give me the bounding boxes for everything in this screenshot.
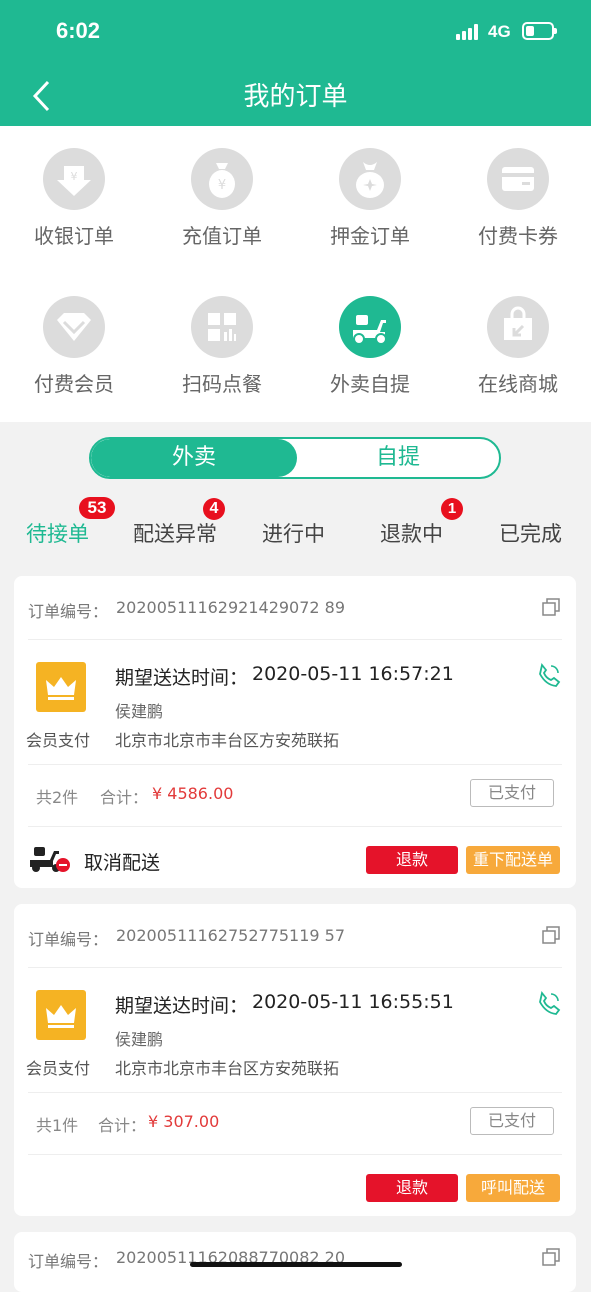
call-delivery-button[interactable]: 呼叫配送 xyxy=(466,1174,560,1202)
order-number-label: 订单编号： xyxy=(28,930,109,949)
order-card[interactable]: 订单编号： 20200511162921429072 89 会员支付 期望送达时… xyxy=(14,576,576,888)
customer-name: 侯建鹏 xyxy=(115,702,164,721)
qr-scan-icon xyxy=(191,296,253,358)
refund-button[interactable]: 退款 xyxy=(366,846,458,874)
order-number: 20200511162752775119 57 xyxy=(116,926,346,945)
menu-item-takeout-pickup[interactable]: 外卖自提 xyxy=(296,276,444,406)
tab-in-progress[interactable]: 进行中 xyxy=(262,518,325,548)
refund-count-badge: 1 xyxy=(441,498,463,520)
svg-text:¥: ¥ xyxy=(218,178,226,193)
order-number-label: 订单编号： xyxy=(28,602,109,621)
expected-time: 2020-05-11 16:57:21 xyxy=(252,663,454,685)
expected-time-label: 期望送达时间： xyxy=(115,995,249,1017)
tab-pending[interactable]: 待接单 xyxy=(26,518,89,548)
customer-name: 侯建鹏 xyxy=(115,1030,164,1049)
mall-bag-icon xyxy=(487,296,549,358)
download-arrow-icon: ¥ xyxy=(43,148,105,210)
pending-count-badge: 53 xyxy=(79,497,115,519)
member-icon xyxy=(43,296,105,358)
signal-icon xyxy=(456,24,480,40)
segment-takeout[interactable]: 外卖 xyxy=(91,439,297,477)
delivery-cancel-icon xyxy=(30,847,70,872)
menu-item-paid-coupons[interactable]: 付费卡券 xyxy=(444,128,591,258)
delivery-mode-segment: 外卖 自提 xyxy=(89,437,501,479)
refund-button[interactable]: 退款 xyxy=(366,1174,458,1202)
delivery-address: 北京市北京市丰台区方安苑联拓 xyxy=(115,731,340,750)
expected-time-label: 期望送达时间： xyxy=(115,667,249,689)
payment-method: 会员支付 xyxy=(26,731,91,750)
menu-item-cashier-orders[interactable]: ¥ 收银订单 xyxy=(0,128,148,258)
phone-icon[interactable] xyxy=(536,990,562,1016)
tab-completed[interactable]: 已完成 xyxy=(499,518,562,548)
battery-icon xyxy=(522,22,557,40)
card-icon xyxy=(487,148,549,210)
page-title: 我的订单 xyxy=(243,82,348,112)
order-number: 20200511162921429072 89 xyxy=(116,598,346,617)
delivery-address: 北京市北京市丰台区方安苑联拓 xyxy=(115,1059,340,1078)
total-price: ¥ 4586.00 xyxy=(152,784,234,803)
item-count: 共2件 xyxy=(36,788,79,807)
divider xyxy=(28,967,562,968)
divider xyxy=(28,1154,562,1155)
phone-icon[interactable] xyxy=(536,662,562,688)
item-count: 共1件 xyxy=(36,1116,79,1135)
reorder-delivery-button[interactable]: 重下配送单 xyxy=(466,846,560,874)
copy-icon[interactable] xyxy=(542,598,560,616)
status-time: 6:02 xyxy=(56,18,101,43)
menu-item-recharge-orders[interactable]: ¥ 充值订单 xyxy=(148,128,296,258)
tab-refunding[interactable]: 退款中 xyxy=(380,518,443,548)
payment-status-badge: 已支付 xyxy=(470,1107,554,1135)
expected-time: 2020-05-11 16:55:51 xyxy=(252,991,454,1013)
menu-item-label: 付费会员 xyxy=(34,372,114,396)
divider xyxy=(28,1092,562,1093)
menu-item-label: 押金订单 xyxy=(330,224,410,248)
home-indicator xyxy=(190,1262,402,1267)
payment-status-badge: 已支付 xyxy=(470,779,554,807)
network-label: 4G xyxy=(488,22,511,41)
menu-item-label: 外卖自提 xyxy=(330,372,410,396)
menu-item-online-mall[interactable]: 在线商城 xyxy=(444,276,591,406)
total-label: 合计： xyxy=(98,1116,147,1135)
svg-text:¥: ¥ xyxy=(71,170,78,183)
menu-item-label: 付费卡券 xyxy=(478,224,558,248)
order-type-grid: ¥ 收银订单 ¥ 充值订单 押金订单 付费卡券 付费会员 扫码点餐 外卖自提 在… xyxy=(0,126,591,422)
menu-item-scan-order[interactable]: 扫码点餐 xyxy=(148,276,296,406)
crown-icon xyxy=(36,662,86,712)
segment-pickup[interactable]: 自提 xyxy=(297,439,499,477)
app-header: 6:02 4G 我的订单 xyxy=(0,0,591,126)
divider xyxy=(28,826,562,827)
crown-icon xyxy=(36,990,86,1040)
payment-method: 会员支付 xyxy=(26,1059,91,1078)
divider xyxy=(28,764,562,765)
menu-item-label: 扫码点餐 xyxy=(182,372,262,396)
delivery-status-text: 取消配送 xyxy=(84,852,161,874)
copy-icon[interactable] xyxy=(542,1248,560,1266)
menu-item-label: 收银订单 xyxy=(34,224,114,248)
money-bag-icon: ¥ xyxy=(191,148,253,210)
order-card[interactable]: 订单编号： 20200511162752775119 57 会员支付 期望送达时… xyxy=(14,904,576,1216)
order-number-label: 订单编号： xyxy=(28,1252,109,1271)
deposit-bag-icon xyxy=(339,148,401,210)
menu-item-label: 充值订单 xyxy=(182,224,262,248)
total-price: ¥ 307.00 xyxy=(148,1112,220,1131)
copy-icon[interactable] xyxy=(542,926,560,944)
scooter-icon xyxy=(339,296,401,358)
divider xyxy=(28,639,562,640)
exception-count-badge: 4 xyxy=(203,498,225,520)
menu-item-deposit-orders[interactable]: 押金订单 xyxy=(296,128,444,258)
menu-item-label: 在线商城 xyxy=(478,372,558,396)
menu-item-paid-member[interactable]: 付费会员 xyxy=(0,276,148,406)
tab-delivery-exception[interactable]: 配送异常 xyxy=(133,518,217,548)
total-label: 合计： xyxy=(100,788,149,807)
